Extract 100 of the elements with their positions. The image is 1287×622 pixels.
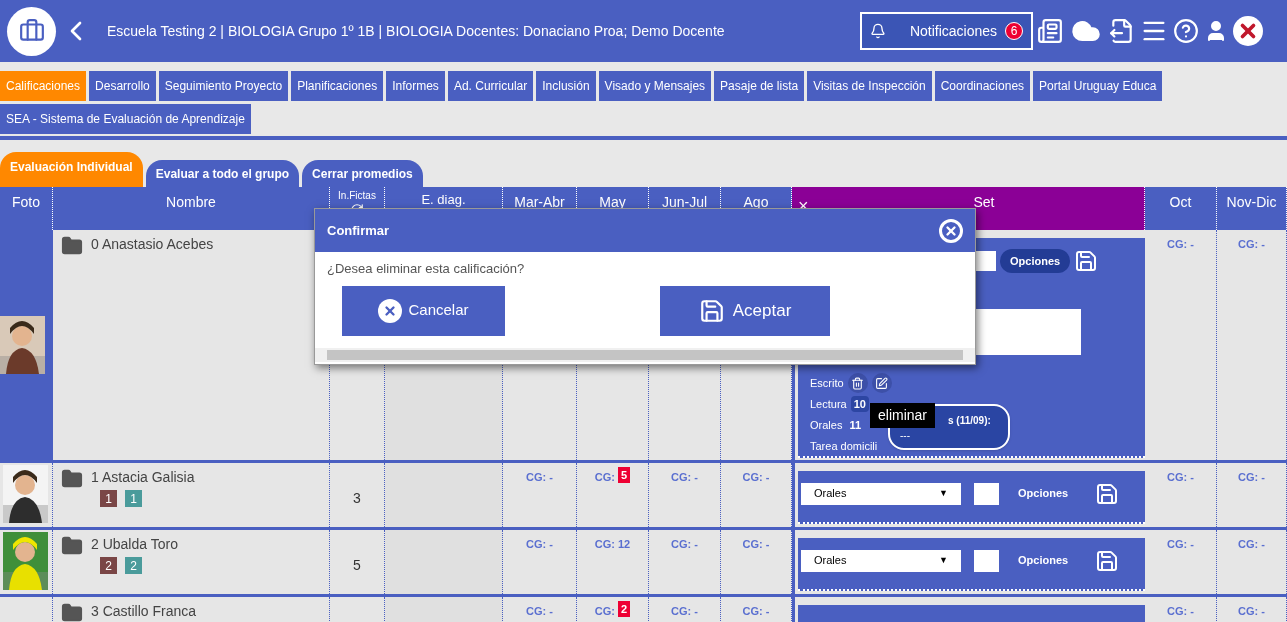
grade-label: CG: <box>1167 537 1188 552</box>
grade-type: Orales <box>810 417 843 433</box>
grade-label: CG: <box>742 604 763 619</box>
grade-value: - <box>694 470 698 485</box>
dropdown-arrow: ▼ <box>939 486 948 500</box>
grade-label: CG: <box>671 604 692 619</box>
grade-label: CG: <box>1238 237 1259 252</box>
edit-icon[interactable] <box>871 373 892 393</box>
grade-value: 2 <box>618 601 631 617</box>
nav-tab[interactable]: Visitas de Inspección <box>807 71 932 101</box>
nav-tab[interactable]: Informes <box>386 71 445 101</box>
grade-label: CG: <box>1167 470 1188 485</box>
nav-tab[interactable]: Visado y Mensajes <box>598 71 712 101</box>
folder-icon[interactable] <box>61 535 83 557</box>
grade-label: CG: <box>671 537 692 552</box>
grade-label: CG: <box>671 470 692 485</box>
save-icon[interactable] <box>1095 481 1120 506</box>
export-icon[interactable] <box>1109 18 1135 44</box>
nav-tab[interactable]: Coordinaciones <box>934 71 1031 101</box>
note-title: s (11/09): <box>948 414 992 428</box>
grade-type-select[interactable]: Orales ▼ <box>801 549 961 572</box>
close-icon[interactable] <box>939 218 963 243</box>
grade-value: - <box>1190 470 1194 485</box>
grade-value: 5 <box>618 467 631 483</box>
grade-label: CG: <box>594 470 615 485</box>
nav-tab[interactable]: SEA - Sistema de Evaluación de Aprendizaje <box>0 104 251 134</box>
grade-value: 12 <box>617 537 631 552</box>
grade-label: CG: <box>1167 237 1188 252</box>
grade-type: Escrito <box>810 375 844 391</box>
grade-value: - <box>694 537 698 552</box>
notifications-button[interactable]: Notificaciones 6 <box>860 12 1033 50</box>
nav-tab[interactable]: Inclusión <box>536 71 596 101</box>
grade-value: - <box>765 470 770 485</box>
grade-type: Lectura <box>810 396 847 412</box>
grade-value: - <box>1190 604 1194 619</box>
bell-icon <box>870 21 886 41</box>
grade-input[interactable] <box>974 549 999 572</box>
dropdown-arrow: ▼ <box>939 553 948 567</box>
grade-value: - <box>1261 537 1265 552</box>
grade-label: CG: <box>526 470 547 485</box>
view-tab[interactable]: Evaluar a todo el grupo <box>145 160 300 187</box>
student-name: 0 Anastasio Acebes <box>91 234 214 254</box>
save-icon[interactable] <box>1074 249 1099 273</box>
grade-label: CG: <box>1238 470 1259 485</box>
options-button[interactable]: Opciones <box>1012 552 1075 569</box>
options-button[interactable]: Opciones <box>1012 485 1075 502</box>
cancel-button[interactable]: Cancelar <box>342 285 505 336</box>
document-icon[interactable] <box>1037 18 1063 44</box>
grade-value: - <box>1261 237 1265 252</box>
nav-tab[interactable]: Portal Uruguay Educa <box>1033 71 1163 101</box>
grade-type-select[interactable]: Orales ▼ <box>801 482 961 505</box>
accept-button[interactable]: Aceptar <box>660 285 830 336</box>
grade-input[interactable] <box>974 482 999 505</box>
save-icon[interactable] <box>1095 548 1120 573</box>
grade-value: - <box>765 537 770 552</box>
grade-value: 10 <box>850 395 869 413</box>
folder-icon[interactable] <box>61 602 83 622</box>
grade-label: CG: <box>594 537 615 552</box>
grade-value: - <box>765 604 770 619</box>
close-icon[interactable] <box>1233 16 1263 46</box>
dialog-message: ¿Desea eliminar esta calificación? <box>327 260 526 278</box>
grade-value: - <box>1190 237 1194 252</box>
folder-icon[interactable] <box>61 468 83 490</box>
view-tab[interactable]: Cerrar promedios <box>302 160 423 187</box>
nav-tab[interactable]: Ad. Curricular <box>447 71 534 101</box>
nav-tab[interactable]: Seguimiento Proyecto <box>158 71 289 101</box>
absence-count: 5 <box>353 555 361 575</box>
grade-label: CG: <box>526 537 547 552</box>
student-name: 1 Astacia Galisia <box>91 467 195 487</box>
note-text: --- <box>900 429 910 443</box>
nav-tab[interactable]: Desarrollo <box>89 71 156 101</box>
grade-label: CG: <box>1238 537 1259 552</box>
grade-value: - <box>549 604 553 619</box>
count-badge: 1 <box>125 490 142 507</box>
grade-value: - <box>1261 604 1265 619</box>
student-name: 2 Ubalda Toro <box>91 534 178 554</box>
student-name: 3 Castillo Franca <box>91 601 197 621</box>
help-icon[interactable] <box>1173 18 1199 44</box>
absence-count: 3 <box>353 488 361 508</box>
grade-label: CG: <box>526 604 547 619</box>
notification-count: 6 <box>1005 22 1023 40</box>
grade-type: Tarea domicili <box>810 438 878 454</box>
options-button[interactable]: Opciones <box>1000 249 1071 273</box>
grade-label: CG: <box>1238 604 1259 619</box>
grade-value: - <box>1261 470 1265 485</box>
nav-tab[interactable]: Pasaje de lista <box>714 71 805 101</box>
delete-icon[interactable] <box>847 373 868 393</box>
nav-tab[interactable]: Planificaciones <box>291 71 384 101</box>
count-badge: 2 <box>100 557 117 574</box>
grade-label: CG: <box>594 604 615 619</box>
briefcase-logo-icon[interactable] <box>7 6 56 56</box>
count-badge: 1 <box>100 490 117 507</box>
folder-icon[interactable] <box>61 235 83 257</box>
grade-value: - <box>1190 537 1194 552</box>
save-icon <box>698 297 725 324</box>
tooltip: eliminar <box>870 403 935 428</box>
cancel-icon <box>378 298 403 323</box>
page-title: Escuela Testing 2 | BIOLOGIA Grupo 1º 1B | BIOLOGIA Docentes: Donaciano Proa; Demo Docente <box>107 21 725 41</box>
grade-label: CG: <box>1167 604 1188 619</box>
grade-value: - <box>549 470 553 485</box>
